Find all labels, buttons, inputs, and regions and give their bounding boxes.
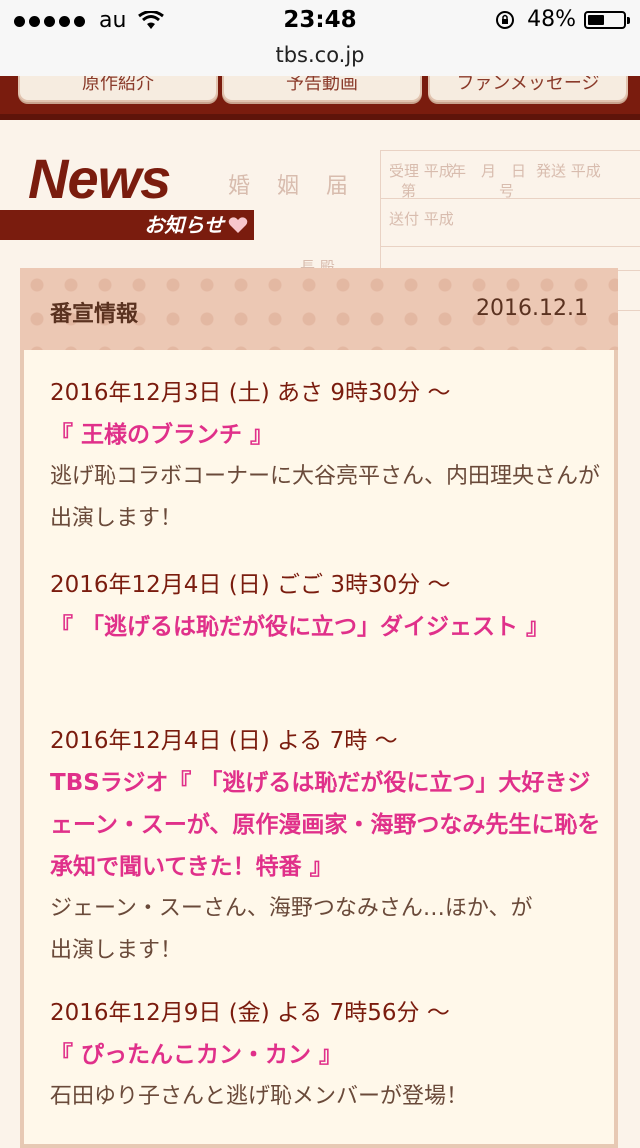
form-label: 年 [451, 162, 467, 180]
nav-button-fan-message[interactable]: ファンメッセージ [428, 76, 628, 102]
status-right: 48% [495, 7, 630, 32]
news-item-description: 石田ゆり子さんと逃げ恥メンバーが登場！ [50, 1084, 469, 1109]
panel-heading: 番宣情報 [50, 302, 139, 327]
news-item-description: ジェーン・スーさん、海野つなみさん…ほか、が出演します！ [50, 896, 533, 963]
news-title: News [28, 147, 171, 210]
form-label: 受理 平成 [389, 162, 454, 180]
battery-icon [584, 10, 630, 29]
background-form-title: 婚 姻 届 [228, 174, 358, 199]
form-label: 日 [511, 162, 527, 180]
top-nav: 原作紹介 予告動画 ファンメッセージ [0, 76, 640, 120]
news-item-time: 2016年12月4日 (日) よる 7時 〜 [50, 728, 398, 754]
nav-button-original-work[interactable]: 原作紹介 [18, 76, 218, 102]
panel-date: 2016.12.1 [476, 296, 588, 321]
form-label: 発送 平成 [536, 162, 601, 180]
news-item: 2016年12月9日 (金) よる 7時56分 〜 『 ぴったんこカン・カン 』… [50, 996, 610, 1118]
news-item-description: 逃げ恥コラボコーナーに大谷亮平さん、内田理央さんが出演します！ [50, 464, 601, 531]
form-label: 号 [499, 182, 515, 200]
news-panel-header: 番宣情報 2016.12.1 [20, 268, 618, 350]
news-item-title-link[interactable]: 『 「逃げるは恥だが役に立つ」ダイジェスト 』 [50, 606, 560, 648]
news-item-title-link[interactable]: 『 ぴったんこカン・カン 』 [50, 1034, 610, 1076]
news-item-time: 2016年12月9日 (金) よる 7時56分 〜 [50, 1000, 450, 1026]
rotation-lock-icon [496, 10, 515, 29]
battery-level-fill [588, 14, 604, 25]
nav-button-preview-video[interactable]: 予告動画 [222, 76, 422, 102]
news-item: 2016年12月4日 (日) ごご 3時30分 〜 『 「逃げるは恥だが役に立つ… [50, 568, 610, 648]
form-label: 送付 平成 [389, 210, 454, 228]
news-subtitle: お知らせ [144, 213, 224, 237]
news-item-time: 2016年12月3日 (土) あさ 9時30分 〜 [50, 380, 451, 406]
news-item-title-link[interactable]: TBSラジオ『 「逃げるは恥だが役に立つ」大好きジェーン・スーが、原作漫画家・海… [50, 762, 610, 888]
url-bar[interactable]: tbs.co.jp [0, 40, 640, 76]
news-item: 2016年12月3日 (土) あさ 9時30分 〜 『 王様のブランチ 』 逃げ… [50, 376, 610, 540]
heart-icon [228, 217, 248, 233]
news-item: 2016年12月4日 (日) よる 7時 〜 TBSラジオ『 「逃げるは恥だが役… [50, 724, 610, 972]
form-label: 月 [481, 162, 497, 180]
news-subtitle-banner: お知らせ [0, 210, 254, 240]
battery-percent: 48% [527, 7, 576, 32]
news-item-title-link[interactable]: 『 王様のブランチ 』 [50, 414, 610, 456]
form-label: 第 [401, 182, 417, 200]
news-item-time: 2016年12月4日 (日) ごご 3時30分 〜 [50, 572, 451, 598]
nav-divider [0, 114, 640, 120]
status-bar: au 23:48 48% [0, 0, 640, 40]
